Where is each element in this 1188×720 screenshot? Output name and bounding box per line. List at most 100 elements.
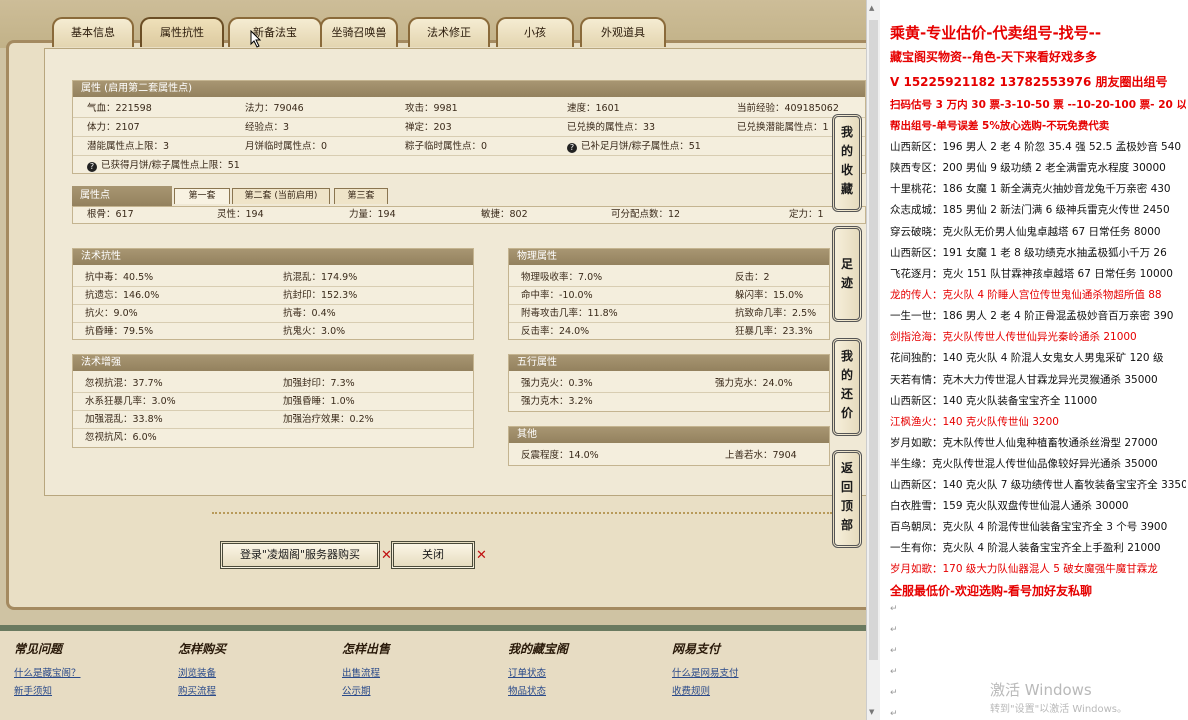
other-value: 上善若水：7904	[725, 450, 797, 461]
footer-col-sell: 怎样出售出售流程 公示期	[342, 640, 390, 701]
document-line: 山西新区：191 女魔 1 老 8 级功绩克水抽孟极狐小千万 26	[890, 247, 1167, 259]
boost-value: 忽视抗风：6.0%	[85, 432, 157, 443]
document-line: 穿云破晓：克火队无价男人仙鬼卓越塔 67 日常任务 8000	[890, 226, 1161, 238]
scroll-up-icon[interactable]: ▲	[869, 4, 874, 12]
vertical-scrollbar[interactable]: ▲ ▼	[866, 0, 881, 720]
boost-value: 加强封印：7.3%	[283, 378, 355, 389]
paragraph-mark-icon: ↵	[890, 646, 898, 656]
physical-value: 狂暴几率：23.3%	[735, 326, 813, 337]
footer-link[interactable]: 什么是网易支付	[672, 665, 739, 683]
attr-value: 禅定：203	[405, 122, 452, 133]
attr-value: 体力：2107	[87, 122, 140, 133]
resist-value: 抗鬼火：3.0%	[283, 326, 346, 337]
footer-heading: 怎样出售	[342, 642, 391, 656]
scroll-down-icon[interactable]: ▼	[869, 708, 874, 716]
attr-value: 气血：221598	[87, 103, 152, 114]
point-value: 灵性：194	[217, 209, 264, 220]
document-line: 山西新区：140 克火队装备宝宝齐全 11000	[890, 395, 1098, 407]
footprint-side-button[interactable]: 足迹	[832, 226, 862, 322]
tab-basic-info[interactable]: 基本信息	[52, 17, 134, 47]
subtab-set-2[interactable]: 第二套 (当前启用)	[232, 188, 330, 204]
element-value: 强力克火：0.3%	[521, 378, 593, 389]
element-row: 强力克火：0.3% 强力克水：24.0%	[509, 375, 829, 393]
footer-link[interactable]: 新手须知	[14, 683, 81, 701]
info-icon: ?	[567, 143, 577, 153]
point-value: 敏捷：802	[481, 209, 528, 220]
element-value: 强力克水：24.0%	[715, 378, 793, 389]
document-line: 岁月如歌：170 级大力队仙器混人 5 破女魔强牛魔甘霖龙	[890, 563, 1158, 575]
attr-value: 经验点：3	[245, 122, 290, 133]
resist-value: 抗火：9.0%	[85, 308, 138, 319]
tab-spell-correction[interactable]: 法术修正	[408, 17, 490, 47]
document-line: 乘黄-专业估价-代卖组号-找号--	[890, 24, 1102, 42]
attr-value: 速度：1601	[567, 103, 620, 114]
tab-appearance[interactable]: 外观道具	[580, 17, 666, 47]
boost-row: 忽视抗混：37.7% 加强封印：7.3%	[73, 375, 473, 393]
physical-value: 反击率：24.0%	[521, 326, 590, 337]
document-line: 剑指沧海：克火队传世人传世仙异光秦岭通杀 21000	[890, 331, 1137, 343]
physical-value: 躲闪率：15.0%	[735, 290, 804, 301]
footer-link[interactable]: 购买流程	[178, 683, 226, 701]
resist-row: 抗火：9.0% 抗毒：0.4%	[73, 305, 473, 323]
resist-row: 抗遗忘：146.0% 抗封印：152.3%	[73, 287, 473, 305]
elements-title: 五行属性	[509, 355, 829, 371]
attr-value: 已兑换的属性点：33	[567, 122, 656, 133]
other-title: 其他	[509, 427, 829, 443]
footer-link[interactable]: 物品状态	[508, 683, 568, 701]
subtab-set-3[interactable]: 第三套	[334, 188, 388, 204]
back-to-top-side-button[interactable]: 返回顶部	[832, 450, 862, 548]
footer-col-faq: 常见问题什么是藏宝阁？ 新手须知	[14, 640, 81, 701]
tab-attributes-resist[interactable]: 属性抗性	[140, 17, 224, 47]
point-value: 力量：194	[349, 209, 396, 220]
point-value: 可分配点数：12	[611, 209, 681, 220]
resist-row: 抗中毒：40.5% 抗混乱：174.9%	[73, 269, 473, 287]
subtab-set-1[interactable]: 第一套	[174, 188, 230, 204]
other-row: 反震程度：14.0% 上善若水：7904	[509, 447, 829, 464]
document-line: 百鸟朝凤：克火队 4 阶混传世仙装备宝宝齐全 3 个号 3900	[890, 521, 1168, 533]
footer-link[interactable]: 公示期	[342, 683, 390, 701]
resist-value: 抗封印：152.3%	[283, 290, 358, 301]
point-value: 根骨：617	[87, 209, 134, 220]
my-bargain-side-button[interactable]: 我的还价	[832, 338, 862, 436]
favorites-side-button[interactable]: 我的收藏	[832, 114, 862, 212]
close-button[interactable]: 关闭	[391, 541, 475, 569]
document-line: 众志成城：185 男仙 2 新法门满 6 级神兵雷克火传世 2450	[890, 204, 1170, 216]
footer-link[interactable]: 什么是藏宝阁？	[14, 665, 81, 683]
document-line: 帮出组号-单号误差 5%放心选购-不玩免费代卖	[890, 120, 1110, 132]
footer-link[interactable]: 浏览装备	[178, 665, 226, 683]
login-buy-button[interactable]: 登录"凌烟阁"服务器购买	[220, 541, 380, 569]
attributes-row: 体力：2107 经验点：3 禅定：203 已兑换的属性点：33 已兑换潜能属性点…	[73, 119, 865, 137]
footer-link[interactable]: 收费规则	[672, 683, 739, 701]
other-value: 反震程度：14.0%	[521, 450, 599, 461]
document-line: 一生有你：克火队 4 阶混人装备宝宝齐全上手盈利 21000	[890, 542, 1161, 554]
physical-value: 命中率：-10.0%	[521, 290, 593, 301]
footer-heading: 网易支付	[672, 642, 721, 656]
attributes-row: 气血：221598 法力：79046 攻击：9981 速度：1601 当前经验：…	[73, 100, 865, 118]
boost-value: 加强混乱：33.8%	[85, 414, 163, 425]
resist-value: 抗混乱：174.9%	[283, 272, 358, 283]
tab-mount-summon[interactable]: 坐骑召唤兽	[320, 17, 398, 47]
physical-row: 附毒攻击几率：11.8% 抗致命几率：2.5%	[509, 305, 829, 323]
document-line: 全服最低价-欢迎选购-看号加好友私聊	[890, 584, 1092, 598]
footer-col-netease-pay: 网易支付什么是网易支付 收费规则	[672, 640, 739, 701]
scrollbar-thumb[interactable]	[869, 20, 878, 660]
magic-resist-section: 法术抗性 抗中毒：40.5% 抗混乱：174.9% 抗遗忘：146.0% 抗封印：1…	[72, 248, 474, 340]
attributes-row: 潜能属性点上限：3 月饼临时属性点：0 粽子临时属性点：0 ? 已补足月饼/粽子属…	[73, 138, 865, 156]
resist-value: 抗遗忘：146.0%	[85, 290, 160, 301]
info-icon: ?	[87, 162, 97, 172]
attr-value: 月饼临时属性点：0	[245, 141, 328, 152]
paragraph-mark-icon: ↵	[890, 625, 898, 635]
elements-section: 五行属性 强力克火：0.3% 强力克水：24.0% 强力克木：3.2%	[508, 354, 830, 412]
document-line: 江枫渔火：140 克火队传世仙 3200	[890, 416, 1059, 428]
footer-link[interactable]: 订单状态	[508, 665, 568, 683]
footer-heading: 常见问题	[14, 642, 63, 656]
magic-boost-section: 法术增强 忽视抗混：37.7% 加强封印：7.3% 水系狂暴几率：3.0% 加强昏睡…	[72, 354, 474, 448]
points-title: 属性点	[72, 186, 172, 206]
document-line: 一生一世：186 男人 2 老 4 阶正骨混孟极妙音百万亲密 390	[890, 310, 1174, 322]
tab-equipment-magic[interactable]: 新备法宝	[228, 17, 322, 47]
footer-link[interactable]: 出售流程	[342, 665, 390, 683]
boost-value: 加强治疗效果：0.2%	[283, 414, 374, 425]
physical-value: 反击：2	[735, 272, 770, 283]
mouse-cursor-icon	[250, 30, 262, 48]
tab-child[interactable]: 小孩	[496, 17, 574, 47]
